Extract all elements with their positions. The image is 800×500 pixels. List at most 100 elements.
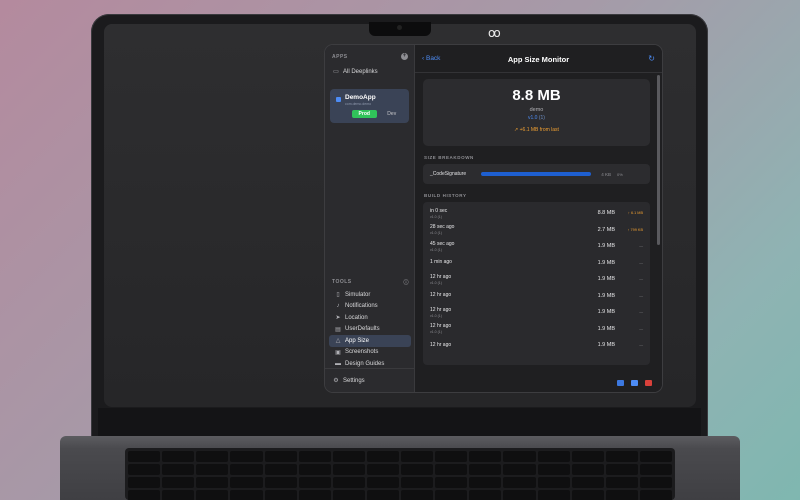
keyboard-key (537, 451, 570, 462)
keyboard-key (571, 490, 604, 500)
build-history-row[interactable]: 12 hr ago 1.9 MB — (423, 337, 650, 354)
sidebar-item-label: Screenshots (345, 349, 379, 356)
tools-header: TOOLS ⓘ (325, 277, 415, 289)
build-size: 1.9 MB (597, 259, 615, 266)
size-delta-label: ↗ +6.1 MB from last (514, 127, 559, 133)
back-button[interactable]: ‹ Back (422, 55, 440, 62)
build-info: 12 hr ago (430, 342, 585, 349)
camera-icon (397, 25, 402, 30)
keyboard-key (469, 490, 502, 500)
menubar-chain-link-icon[interactable]: oo (488, 26, 501, 40)
folder-icon[interactable] (617, 380, 624, 386)
build-history-row[interactable]: 1 min ago 1.9 MB — (423, 255, 650, 272)
build-version: v1.0 (1) (430, 214, 442, 219)
build-info: 12 hr ago v1.0 (1) (430, 274, 585, 285)
build-time: 28 sec ago (430, 224, 455, 231)
build-info: 28 sec ago v1.0 (1) (430, 224, 585, 235)
env-dev-button[interactable]: Dev (380, 110, 405, 118)
version-number: v1.0 (528, 115, 538, 121)
build-history-row[interactable]: in 0 sec v1.0 (1) 8.8 MB ↑ 6.1 MB (423, 205, 650, 222)
add-app-plus-icon[interactable]: + (401, 53, 408, 60)
build-delta: ↑ 799 KB (627, 227, 643, 232)
build-history-list: in 0 sec v1.0 (1) 8.8 MB ↑ 6.1 MB 28 sec ago… (423, 202, 650, 365)
cabinet-icon: ▤ (335, 326, 341, 333)
build-delta: — (639, 244, 643, 249)
build-delta: ↑ 6.1 MB (628, 211, 643, 216)
keyboard-key (162, 477, 195, 488)
keyboard-key (401, 464, 434, 475)
keyboard-key (230, 464, 263, 475)
app-bundle-id: com.demo.demo (345, 102, 372, 106)
keyboard-key (230, 477, 263, 488)
build-history-row[interactable]: 12 hr ago v1.0 (1) 1.9 MB — (423, 271, 650, 288)
sidebar-item-settings[interactable]: ⚙ Settings (325, 373, 415, 388)
sidebar-item-location[interactable]: ➤ Location (325, 312, 415, 324)
build-info: 45 sec ago v1.0 (1) (430, 241, 585, 252)
keyboard-key (537, 464, 570, 475)
keyboard-key (469, 477, 502, 488)
size-breakdown-title: SIZE BREAKDOWN (424, 155, 474, 160)
keyboard-key (401, 477, 434, 488)
scrollbar[interactable] (657, 75, 660, 245)
build-history-row[interactable]: 45 sec ago v1.0 (1) 1.9 MB — (423, 238, 650, 255)
keyboard-key (298, 477, 331, 488)
keyboard-key (128, 464, 161, 475)
keyboard-key (366, 464, 399, 475)
keyboard-key (639, 490, 672, 500)
sidebar-item-screenshots[interactable]: ▣ Screenshots (325, 347, 415, 359)
build-history-title: BUILD HISTORY (424, 193, 467, 198)
content: 8.8 MB demo v1.0 (1) ↗ +6.1 MB from last… (415, 73, 662, 365)
build-time: 12 hr ago (430, 323, 452, 330)
sidebar-item-simulator[interactable]: ▯ Simulator (325, 289, 415, 301)
keyboard-key (605, 477, 638, 488)
back-label: Back (425, 55, 441, 62)
keyboard-key (435, 451, 468, 462)
build-size: 2.7 MB (597, 226, 615, 233)
keyboard-key (196, 477, 229, 488)
breakdown-name: _CodeSignature (430, 171, 467, 177)
apps-section-title: APPS (332, 53, 348, 60)
keyboard-key (537, 477, 570, 488)
sidebar-item-label: Simulator (345, 291, 371, 298)
sidebar-item-notifications[interactable]: ♪ Notifications (325, 301, 415, 313)
keyboard-key (264, 477, 297, 488)
build-version: v1.0 (1) (430, 280, 442, 285)
build-history-row[interactable]: 28 sec ago v1.0 (1) 2.7 MB ↑ 799 KB (423, 222, 650, 239)
build-time: 12 hr ago (430, 273, 452, 280)
top-bar: ‹ Back ↻ (415, 45, 662, 73)
info-icon[interactable]: ⓘ (403, 279, 409, 286)
keyboard-key (230, 451, 263, 462)
keyboard-key (435, 490, 468, 500)
build-info: 12 hr ago v1.0 (1) (430, 323, 585, 334)
bell-icon: ♪ (336, 303, 340, 310)
environment-toggle: Prod Dev (352, 110, 404, 118)
copy-icon[interactable] (631, 380, 638, 386)
sidebar-item-label: Location (345, 314, 368, 321)
build-history-row[interactable]: 12 hr ago v1.0 (1) 1.9 MB — (423, 321, 650, 338)
sidebar-item-app-size[interactable]: △ App Size (329, 335, 411, 347)
keyboard-key (435, 464, 468, 475)
refresh-icon[interactable]: ↻ (648, 54, 655, 63)
camera-notch (369, 22, 431, 36)
sidebar: APPS + ▭ All Deeplinks DemoApp com.demo.… (325, 45, 415, 392)
build-size: 1.9 MB (597, 243, 615, 250)
sidebar-item-all-deeplinks[interactable]: ▭ All Deeplinks (325, 64, 414, 79)
trash-icon[interactable] (645, 380, 652, 386)
gear-icon: ⚙ (333, 378, 339, 384)
sidebar-item-label: App Size (345, 337, 370, 344)
build-size: 8.8 MB (597, 210, 615, 217)
app-card-demoapp[interactable]: DemoApp com.demo.demo Prod Dev (330, 89, 409, 123)
keyboard-key (503, 464, 536, 475)
breakdown-row[interactable]: _CodeSignature 4 KB 0% (423, 164, 650, 184)
keyboard-key (605, 490, 638, 500)
build-info: 1 min ago (430, 259, 585, 266)
sidebar-item-userdefaults[interactable]: ▤ UserDefaults (325, 324, 415, 336)
keyboard-key (366, 451, 399, 462)
build-history-row[interactable]: 12 hr ago v1.0 (1) 1.9 MB — (423, 304, 650, 321)
tools-section: TOOLS ⓘ ▯ Simulator ♪ Notifications ➤ Locat… (325, 277, 415, 370)
build-delta: — (639, 293, 643, 298)
build-time: 12 hr ago (430, 292, 452, 299)
build-history-row[interactable]: 12 hr ago 1.9 MB — (423, 288, 650, 305)
env-prod-button[interactable]: Prod (352, 110, 377, 118)
app-name: DemoApp (345, 94, 376, 101)
